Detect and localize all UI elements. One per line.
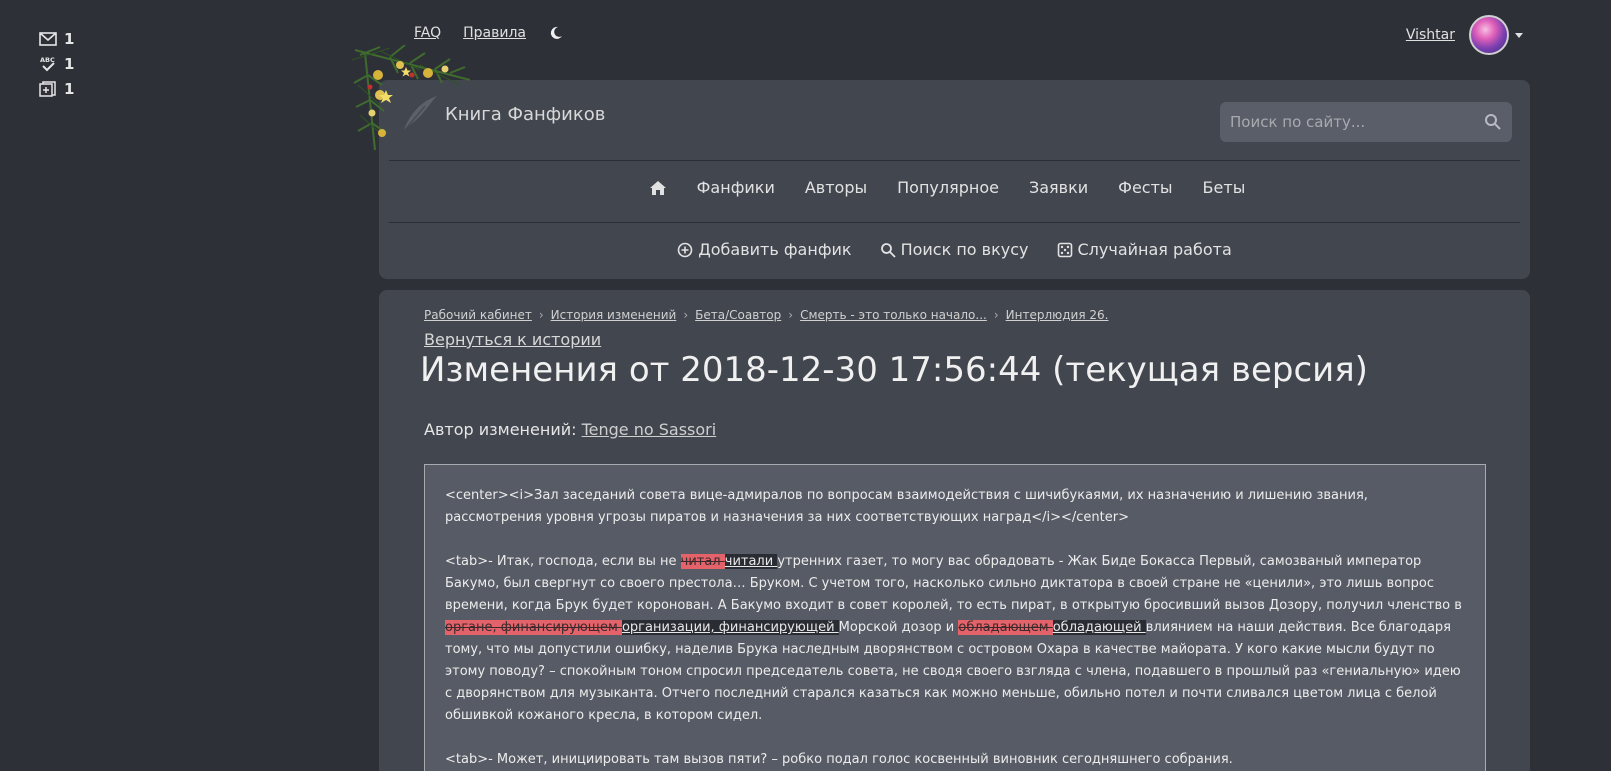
site-header: Книга Фанфиков Фанфики Авторы Популярное… <box>379 80 1530 279</box>
taste-search-button[interactable]: Поиск по вкусу <box>880 240 1029 259</box>
search-input[interactable] <box>1230 113 1484 131</box>
breadcrumb-separator: › <box>683 308 689 322</box>
breadcrumb: Рабочий кабинет › История изменений › Бе… <box>424 308 1108 322</box>
diff-removed: органе, финансирующем <box>445 620 622 635</box>
diff-text: <tab>- Итак, господа, если вы не <box>445 554 681 569</box>
breadcrumb-workspace[interactable]: Рабочий кабинет <box>424 308 532 322</box>
main-content: Рабочий кабинет › История изменений › Бе… <box>379 290 1530 771</box>
username-link[interactable]: Vishtar <box>1406 27 1455 43</box>
cards-counter[interactable]: 1 <box>38 76 98 101</box>
diff-removed: читал <box>680 554 725 569</box>
diff-added: читали <box>724 554 778 569</box>
avatar[interactable] <box>1469 15 1509 55</box>
primary-nav: Фанфики Авторы Популярное Заявки Фесты Б… <box>379 178 1530 197</box>
diff-removed: обладающем <box>958 620 1053 635</box>
messages-counter[interactable]: 1 <box>38 26 98 51</box>
breadcrumb-separator: › <box>538 308 544 322</box>
random-work-label: Случайная работа <box>1077 240 1232 259</box>
diff-added: организации, финансирующей <box>621 620 839 635</box>
envelope-icon <box>38 30 58 48</box>
search-icon <box>880 242 896 258</box>
page-title: Изменения от 2018-12-30 17:56:44 (текуща… <box>420 350 1368 390</box>
breadcrumb-beta[interactable]: Бета/Соавтор <box>695 308 781 322</box>
change-author-label: Автор изменений: <box>424 420 577 439</box>
svg-text:ABC: ABC <box>40 56 55 64</box>
christmas-garland-icon <box>351 45 471 151</box>
diff-paragraph: <center><i>Зал заседаний совета вице-адм… <box>445 488 1368 525</box>
dice-icon <box>1057 242 1072 257</box>
breadcrumb-separator: › <box>993 308 999 322</box>
nav-divider <box>389 222 1520 223</box>
home-icon[interactable] <box>649 180 667 196</box>
chevron-down-icon[interactable] <box>1515 32 1523 38</box>
spellcheck-counter[interactable]: ABC 1 <box>38 51 98 76</box>
rules-link[interactable]: Правила <box>463 25 526 41</box>
nav-authors[interactable]: Авторы <box>805 178 867 197</box>
diff-text-box: <center><i>Зал заседаний совета вице-адм… <box>424 464 1486 771</box>
add-fanfic-button[interactable]: Добавить фанфик <box>677 240 852 259</box>
taste-search-label: Поиск по вкусу <box>900 240 1029 259</box>
search-icon[interactable] <box>1484 113 1502 131</box>
moon-icon[interactable] <box>548 25 564 41</box>
secondary-nav: Добавить фанфик Поиск по вкусу Случайная… <box>379 240 1530 259</box>
breadcrumb-chapter[interactable]: Интерлюдия 26. <box>1006 308 1109 322</box>
change-author: Автор изменений: Tenge no Sassori <box>424 420 716 439</box>
breadcrumb-history[interactable]: История изменений <box>551 308 677 322</box>
plus-circle-icon <box>677 242 693 257</box>
diff-paragraph: <tab>- Может, инициировать там вызов пят… <box>445 752 1233 767</box>
spellcheck-icon: ABC <box>38 55 58 73</box>
breadcrumb-fanfic[interactable]: Смерть - это только начало... <box>800 308 987 322</box>
header-divider <box>389 160 1520 161</box>
nav-requests[interactable]: Заявки <box>1029 178 1088 197</box>
nav-fanfics[interactable]: Фанфики <box>697 178 775 197</box>
faq-link[interactable]: FAQ <box>414 25 441 41</box>
card-plus-icon <box>38 80 58 98</box>
notification-counters: 1 ABC 1 1 <box>38 26 98 101</box>
search-box[interactable] <box>1220 102 1512 142</box>
topbar-links: FAQ Правила <box>414 25 564 41</box>
add-fanfic-label: Добавить фанфик <box>698 240 852 259</box>
spellcheck-count: 1 <box>64 54 75 73</box>
diff-text: Морской дозор и <box>838 620 959 635</box>
diff-added: обладающей <box>1052 620 1146 635</box>
user-menu[interactable]: Vishtar <box>1406 15 1523 55</box>
random-work-button[interactable]: Случайная работа <box>1057 240 1232 259</box>
diff-paragraph: <tab>- Итак, господа, если вы не читал ч… <box>445 551 1465 727</box>
back-to-history-link[interactable]: Вернуться к истории <box>424 330 601 349</box>
messages-count: 1 <box>64 29 75 48</box>
diff-text: влиянием на наши действия. Все благодаря… <box>445 620 1461 723</box>
nav-popular[interactable]: Популярное <box>897 178 999 197</box>
change-author-link[interactable]: Tenge no Sassori <box>582 420 717 439</box>
breadcrumb-separator: › <box>788 308 794 322</box>
cards-count: 1 <box>64 79 75 98</box>
nav-fests[interactable]: Фесты <box>1118 178 1172 197</box>
nav-betas[interactable]: Беты <box>1203 178 1246 197</box>
